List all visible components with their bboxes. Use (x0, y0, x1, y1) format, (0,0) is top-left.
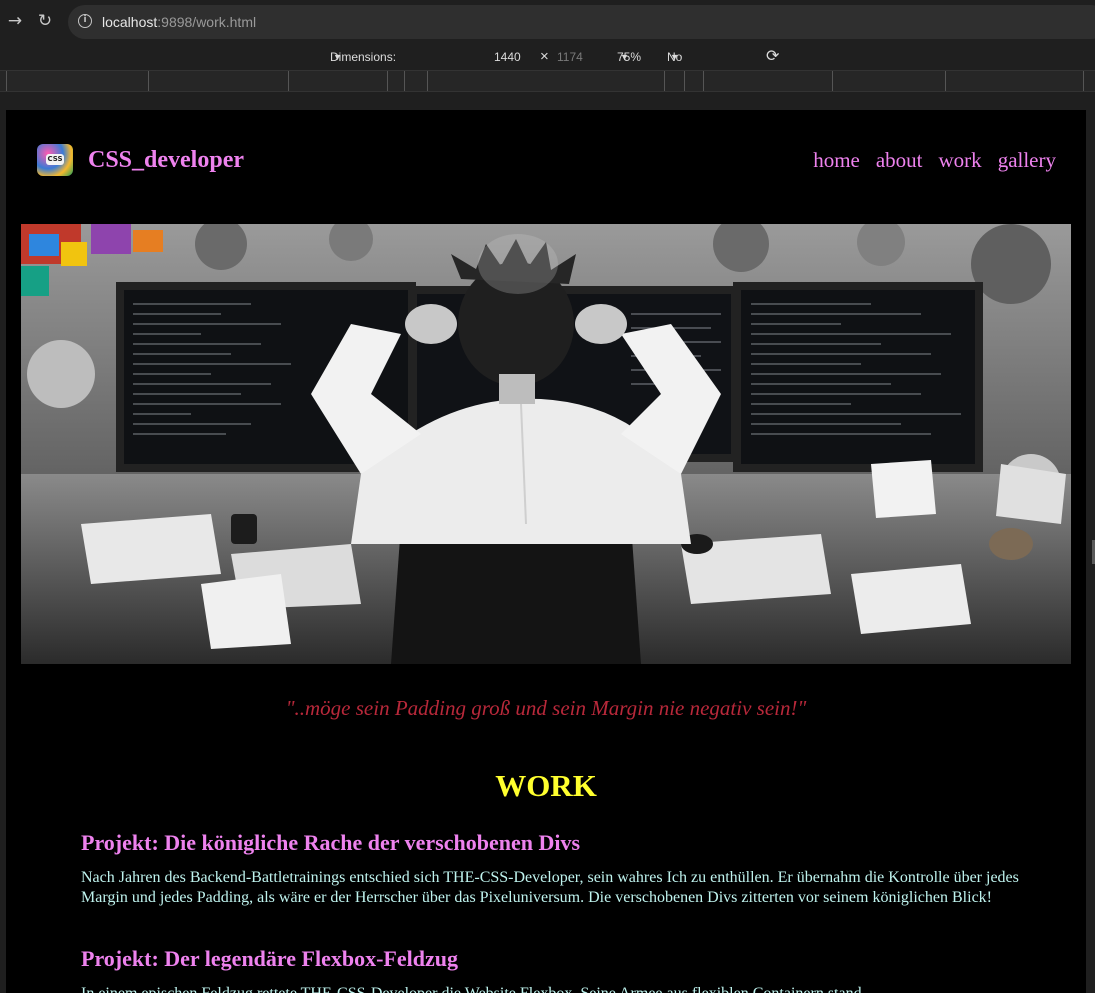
url-host: localhost (102, 14, 158, 30)
project-description: Nach Jahren des Backend-Battletrainings … (81, 869, 1019, 906)
media-query-bar[interactable] (0, 70, 1095, 92)
swap-dimensions-icon[interactable]: × (540, 44, 549, 70)
width-input[interactable]: 1440 (494, 44, 521, 70)
project-description: In einem epischen Feldzug rettete THE-CS… (81, 984, 1021, 993)
rotate-icon[interactable]: ⟳ (766, 44, 779, 70)
address-url[interactable]: localhost:9898/work.html (102, 13, 256, 31)
tagline-quote: "..möge sein Padding groß und sein Margi… (285, 696, 807, 720)
nav-link-work[interactable]: work (939, 144, 982, 176)
site-logo-icon[interactable]: CSS (37, 144, 73, 176)
project-card: Projekt: Die königliche Rache der versch… (81, 828, 1021, 907)
page-title: WORK (495, 768, 597, 803)
nav-link-gallery[interactable]: gallery (998, 144, 1056, 176)
page-viewport: CSS CSS_developer home about work galler… (6, 110, 1086, 993)
url-path: :9898/work.html (157, 14, 257, 30)
chevron-down-icon: ▼ (333, 52, 342, 62)
chevron-down-icon: ▼ (620, 52, 629, 62)
site-info-icon[interactable]: i (78, 14, 92, 28)
project-card: Projekt: Der legendäre Flexbox-Feldzug I… (81, 944, 1021, 993)
reload-icon[interactable]: ↻ (34, 10, 56, 32)
nav-link-about[interactable]: about (876, 144, 923, 176)
back-arrow-icon[interactable]: → (4, 10, 26, 32)
nav-link-home[interactable]: home (813, 144, 860, 176)
site-brand[interactable]: CSS_developer (88, 144, 244, 176)
device-toolbar: Dimensions: Responsive▼ 1440 × 1174 75%▼… (0, 44, 1095, 90)
chevron-down-icon: ▼ (670, 52, 679, 62)
logo-tag: CSS (46, 154, 64, 165)
project-title: Projekt: Der legendäre Flexbox-Feldzug (81, 946, 458, 971)
height-input[interactable]: 1174 (557, 44, 583, 70)
address-bar[interactable]: i localhost:9898/work.html (68, 5, 1095, 39)
main-nav: home about work gallery (813, 144, 1056, 176)
project-title: Projekt: Die königliche Rache der versch… (81, 830, 581, 855)
browser-toolbar: → ↻ i localhost:9898/work.html (0, 0, 1095, 44)
hero-image (21, 224, 1071, 664)
